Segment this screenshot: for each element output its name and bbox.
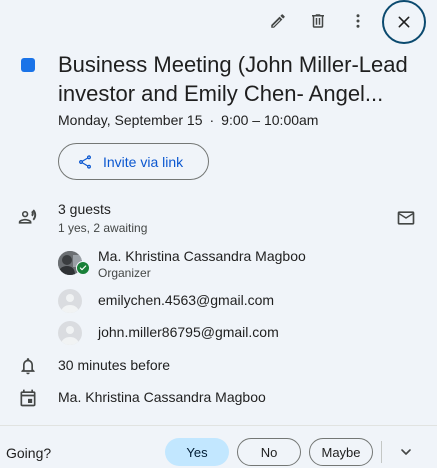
guests-summary: 1 yes, 2 awaiting xyxy=(58,221,148,235)
edit-button[interactable] xyxy=(263,6,293,36)
mail-icon xyxy=(397,211,415,225)
close-icon xyxy=(398,16,410,28)
invite-label: Invite via link xyxy=(103,153,184,170)
datetime-separator: · xyxy=(209,112,215,128)
delete-button[interactable] xyxy=(303,6,333,36)
chevron-down-icon xyxy=(401,449,411,455)
guest-email-john[interactable]: john.miller86795@gmail.com xyxy=(98,324,279,340)
reminder-text: 30 minutes before xyxy=(58,357,171,373)
more-vert-icon xyxy=(356,14,360,28)
guest-avatar-john[interactable] xyxy=(58,321,82,345)
event-title-line-2: investor and Emily Chen- Angel... xyxy=(58,81,384,106)
calendar-owner: Ma. Khristina Cassandra Magboo xyxy=(58,389,266,405)
rsvp-divider xyxy=(381,441,382,463)
rsvp-yes-button[interactable]: Yes xyxy=(165,438,229,466)
accepted-check-icon xyxy=(76,261,90,275)
event-datetime: Monday, September 15 · 9:00 – 10:00am xyxy=(58,112,318,128)
people-icon xyxy=(18,209,37,224)
rsvp-maybe-button[interactable]: Maybe xyxy=(309,438,373,466)
bell-icon xyxy=(21,358,35,375)
event-date: Monday, September 15 xyxy=(58,112,203,128)
guest-name-organizer[interactable]: Ma. Khristina Cassandra Magboo xyxy=(98,248,306,264)
guests-count: 3 guests xyxy=(58,201,111,217)
email-guests-button[interactable] xyxy=(393,205,419,231)
event-color-chip xyxy=(21,58,35,72)
trash-icon xyxy=(312,14,324,28)
guest-role-organizer: Organizer xyxy=(98,266,151,280)
rsvp-options-button[interactable] xyxy=(394,440,418,464)
more-options-button[interactable] xyxy=(343,6,373,36)
invite-via-link-button[interactable]: Invite via link xyxy=(58,143,209,180)
person-icon xyxy=(61,326,79,345)
rsvp-no-button[interactable]: No xyxy=(237,438,301,466)
share-icon xyxy=(78,154,92,169)
close-button[interactable] xyxy=(382,0,426,44)
guest-email-emily[interactable]: emilychen.4563@gmail.com xyxy=(98,292,274,308)
pencil-icon xyxy=(271,14,285,28)
event-title: Business Meeting (John Miller-Lead inves… xyxy=(58,50,430,108)
guest-avatar-emily[interactable] xyxy=(58,289,82,313)
person-icon xyxy=(61,294,79,313)
event-time: 9:00 – 10:00am xyxy=(221,112,319,128)
going-label: Going? xyxy=(6,445,52,461)
calendar-icon xyxy=(20,389,36,407)
event-title-line-1: Business Meeting (John Miller-Lead xyxy=(58,52,408,77)
footer-divider xyxy=(0,425,437,426)
